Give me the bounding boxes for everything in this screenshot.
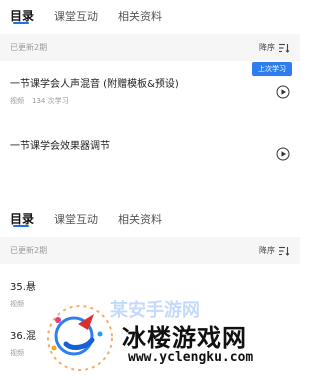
update-status: 已更新2期 <box>10 43 48 52</box>
watermark-text: 冰楼游戏网 <box>122 324 247 352</box>
tab-interaction[interactable]: 课堂互动 <box>54 203 98 227</box>
catalog-header-bar: 已更新2期 降序 <box>0 237 300 264</box>
tab-bar: 目录 课堂互动 相关资料 <box>0 0 300 30</box>
play-icon[interactable] <box>276 85 290 99</box>
tab-catalog[interactable]: 目录 <box>10 203 34 227</box>
lesson-type: 视频 <box>10 97 24 105</box>
lesson-title: 35.悬 <box>10 282 36 293</box>
tab-bar: 目录 课堂互动 相关资料 <box>0 203 300 233</box>
play-icon[interactable] <box>276 147 290 161</box>
tab-interaction[interactable]: 课堂互动 <box>54 0 98 24</box>
sort-descending-icon <box>279 246 290 256</box>
sort-descending-icon <box>279 43 290 53</box>
lesson-title: 一节课学会人声混音 (附赠模板&预设) <box>10 79 179 90</box>
watermark-url: www.yclengku.com <box>128 350 254 365</box>
tab-materials[interactable]: 相关资料 <box>118 203 162 227</box>
sort-label: 降序 <box>259 43 275 52</box>
lesson-view-count: 134 次学习 <box>32 97 69 105</box>
lesson-title: 一节课学会效果器调节 <box>10 141 110 152</box>
last-studied-badge: 上次学习 <box>252 62 292 76</box>
lesson-item[interactable]: 一节课学会人声混音 (附赠模板&预设) 视频 134 次学习 <box>0 75 300 106</box>
panel-separator <box>0 178 300 203</box>
sort-label: 降序 <box>259 246 275 255</box>
sort-toggle[interactable]: 降序 <box>259 245 290 256</box>
lesson-panel-top: 目录 课堂互动 相关资料 已更新2期 降序 上次学习 一节课学会人声混音 (附赠… <box>0 0 300 178</box>
tab-materials[interactable]: 相关资料 <box>118 0 162 24</box>
catalog-header-bar: 已更新2期 降序 <box>0 34 300 61</box>
update-status: 已更新2期 <box>10 246 48 255</box>
sort-toggle[interactable]: 降序 <box>259 42 290 53</box>
tab-catalog[interactable]: 目录 <box>10 0 34 24</box>
lesson-item[interactable]: 一节课学会效果器调节 <box>0 137 300 161</box>
lesson-meta: 视频 134 次学习 <box>10 96 290 106</box>
